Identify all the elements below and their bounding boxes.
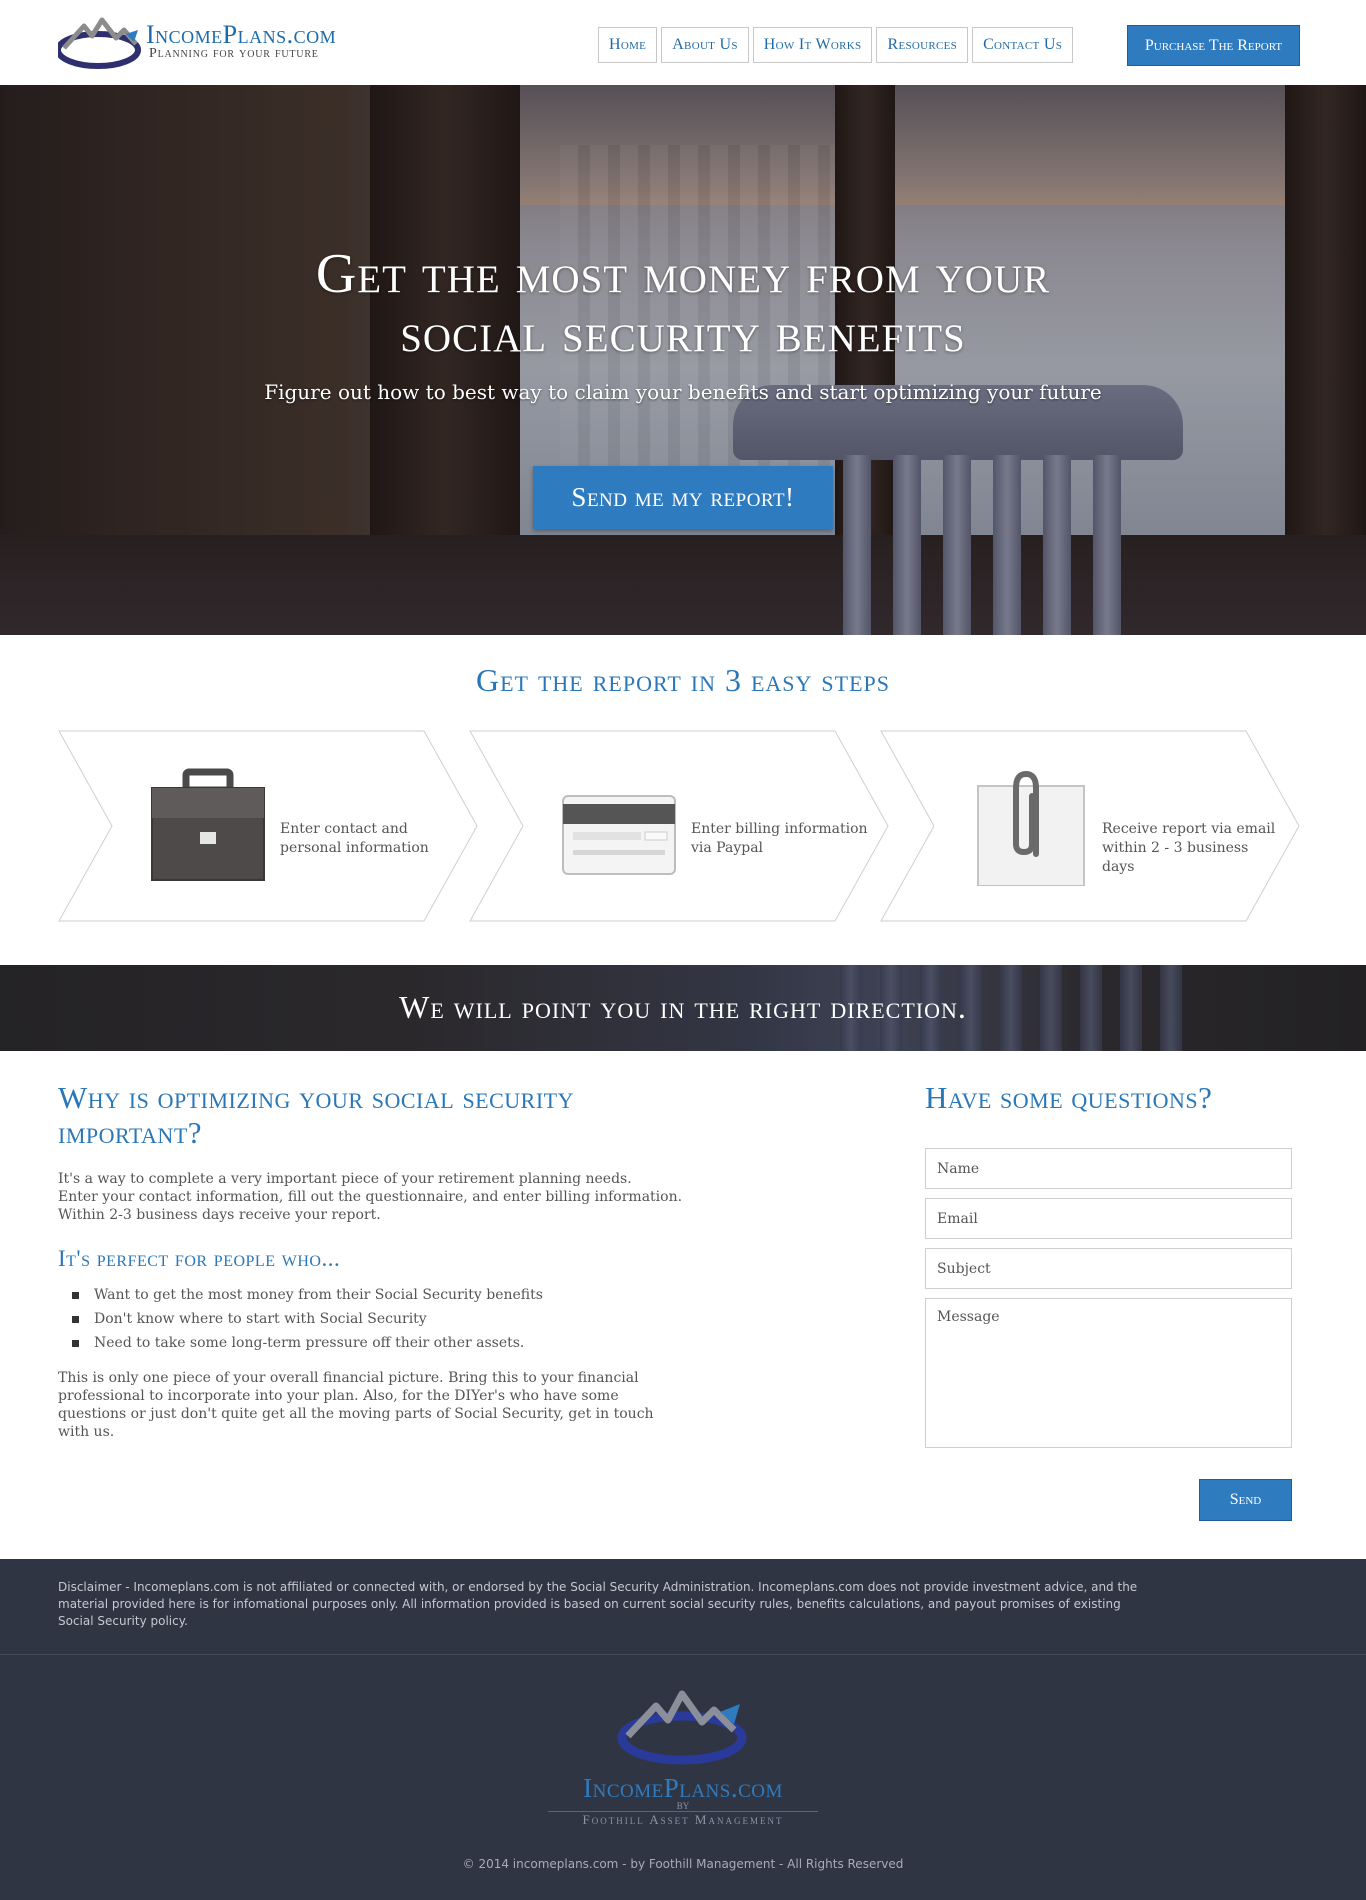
hero-section: Get the most money from your social secu… (0, 85, 1366, 635)
list-item: Need to take some long-term pressure off… (72, 1331, 543, 1355)
subject-field[interactable] (925, 1248, 1292, 1289)
step-1-text: Enter contact and personal information (280, 821, 429, 856)
nav-contact-us[interactable]: Contact Us (972, 27, 1074, 63)
list-item: Want to get the most money from their So… (72, 1283, 543, 1307)
purchase-report-button[interactable]: Purchase The Report (1127, 25, 1300, 66)
why-intro-line: Enter your contact information, fill out… (58, 1189, 683, 1205)
direction-band: We will point you in the right direction… (0, 965, 1366, 1051)
mountain-logo-icon (617, 1690, 747, 1765)
step-2-text: Enter billing information via Paypal (691, 821, 868, 856)
why-outro: This is only one piece of your overall f… (58, 1370, 654, 1440)
why-intro-line: It's a way to complete a very important … (58, 1171, 632, 1187)
site-logo[interactable]: IncomePlans.com Planning for your future (58, 14, 368, 74)
logo-tagline: Planning for your future (149, 46, 319, 61)
perfect-for-list: Want to get the most money from their So… (72, 1283, 543, 1355)
perfect-for-title: It's perfect for people who... (58, 1246, 341, 1271)
step-2: Enter billing information via Paypal (469, 730, 889, 922)
list-item: Don't know where to start with Social Se… (72, 1307, 543, 1331)
nav-about-us[interactable]: About Us (661, 27, 749, 63)
why-intro-line: Within 2-3 business days receive your re… (58, 1207, 381, 1223)
nav-home[interactable]: Home (598, 27, 658, 63)
site-footer: Disclaimer - Incomeplans.com is not affi… (0, 1559, 1366, 1900)
step-3: Receive report via email within 2 - 3 bu… (880, 730, 1300, 922)
step-1: Enter contact and personal information (58, 730, 478, 922)
nav-how-it-works[interactable]: How It Works (752, 27, 873, 63)
mountain-logo-icon (58, 17, 141, 69)
step-3-text: Receive report via email within 2 - 3 bu… (1102, 821, 1276, 875)
hero-title: Get the most money from your social secu… (0, 245, 1366, 363)
send-report-button[interactable]: Send me my report! (533, 466, 833, 529)
credit-card-icon (562, 795, 676, 875)
site-header: IncomePlans.com Planning for your future… (0, 0, 1366, 85)
disclaimer-text: Disclaimer - Incomeplans.com is not affi… (58, 1580, 1138, 1628)
footer-logo-subtitle: Foothill Asset Management (548, 1811, 818, 1828)
footer-logo[interactable]: IncomePlans.com BY Foothill Asset Manage… (548, 1684, 818, 1827)
band-text: We will point you in the right direction… (399, 989, 967, 1025)
name-field[interactable] (925, 1148, 1292, 1189)
main-nav: Home About Us How It Works Resources Con… (598, 27, 1074, 63)
questions-title: Have some questions? (925, 1080, 1213, 1115)
why-intro: It's a way to complete a very important … (58, 1170, 698, 1224)
hero-title-line2: social security benefits (400, 302, 966, 364)
briefcase-icon (151, 768, 265, 881)
steps-title: Get the report in 3 easy steps (475, 662, 891, 698)
paperclip-icon (977, 770, 1085, 886)
footer-divider (0, 1654, 1366, 1655)
message-field[interactable] (925, 1298, 1292, 1448)
why-title: Why is optimizing your social security i… (58, 1080, 575, 1150)
hero-title-line1: Get the most money from your (315, 243, 1051, 305)
hero-subtitle: Figure out how to best way to claim your… (264, 380, 1102, 404)
nav-resources[interactable]: Resources (876, 27, 969, 63)
email-field[interactable] (925, 1198, 1292, 1239)
send-button[interactable]: Send (1199, 1479, 1292, 1521)
copyright-text: © 2014 incomeplans.com - by Foothill Man… (462, 1857, 904, 1871)
footer-logo-by: BY (676, 1801, 690, 1811)
footer-logo-name: IncomePlans.com (583, 1773, 783, 1803)
steps-row: Enter contact and personal information E… (58, 730, 1300, 922)
